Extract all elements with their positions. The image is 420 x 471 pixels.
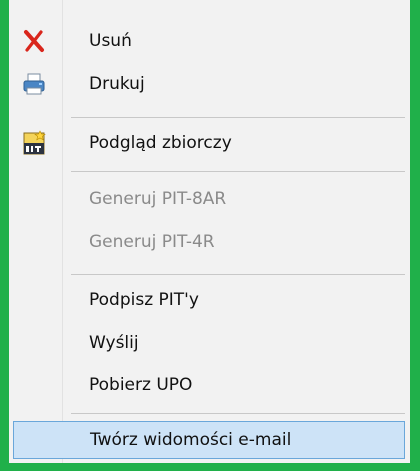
menu-item-generate-pit-8ar: Generuj PIT-8AR [9,181,405,217]
delete-x-icon [21,28,47,54]
menu-separator [71,274,405,275]
menu-item-send[interactable]: Wyślij [9,325,405,361]
menu-item-print[interactable]: Drukuj [9,66,405,102]
menu-item-label: Usuń [89,31,132,51]
menu-item-label: Podgląd zbiorczy [89,133,232,153]
menu-item-label: Twórz widomości e-mail [90,430,292,450]
menu-separator [71,171,405,172]
menu-item-label: Wyślij [89,333,139,353]
menu-separator [71,117,405,118]
menu-item-label: Drukuj [89,74,145,94]
menu-item-download-upo[interactable]: Pobierz UPO [9,367,405,403]
context-menu: Usuń Drukuj Podgląd zbiorczy Generuj PIT… [9,0,410,463]
menu-item-label: Podpisz PIT'y [89,290,199,310]
menu-item-sign-pits[interactable]: Podpisz PIT'y [9,282,405,318]
menu-item-label: Generuj PIT-4R [89,232,215,252]
menu-item-delete[interactable]: Usuń [9,23,405,59]
menu-item-label: Generuj PIT-8AR [89,189,227,209]
printer-icon [21,71,47,97]
menu-separator [71,413,405,414]
menu-item-label: Pobierz UPO [89,375,193,395]
pit-document-icon [21,130,47,156]
menu-item-create-email-messages[interactable]: Twórz widomości e-mail [13,421,405,459]
menu-item-generate-pit-4r: Generuj PIT-4R [9,224,405,260]
menu-item-summary-preview[interactable]: Podgląd zbiorczy [9,125,405,161]
